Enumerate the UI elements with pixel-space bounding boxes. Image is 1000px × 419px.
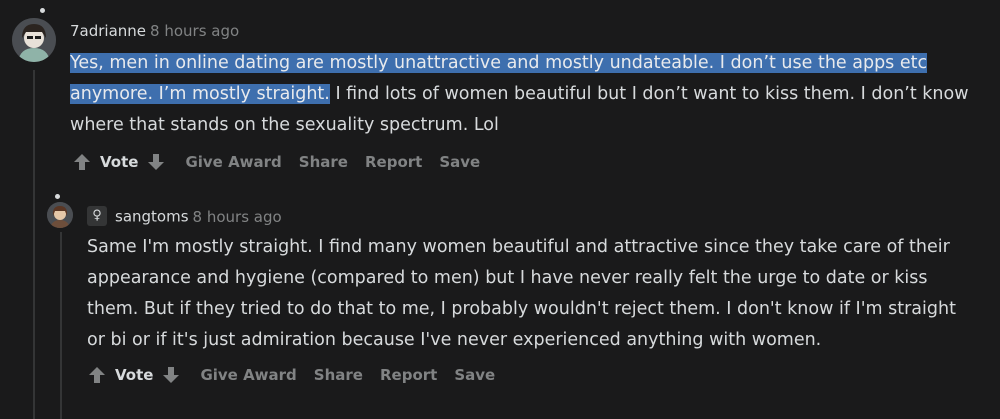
vote-label: Vote	[115, 366, 154, 384]
comment-meta: ♀ sangtoms 8 hours ago	[87, 206, 282, 227]
share-button[interactable]: Share	[314, 366, 363, 384]
save-button[interactable]: Save	[454, 366, 495, 384]
author-name[interactable]: sangtoms	[115, 208, 189, 226]
arrow-down-icon	[148, 154, 165, 170]
timestamp[interactable]: 8 hours ago	[150, 22, 239, 40]
arrow-up-icon	[89, 367, 105, 383]
timestamp[interactable]: 8 hours ago	[193, 208, 282, 226]
report-button[interactable]: Report	[365, 153, 422, 171]
vote-label: Vote	[100, 153, 139, 171]
upvote-button[interactable]	[70, 150, 94, 174]
author-name[interactable]: 7adrianne	[70, 22, 146, 40]
save-button[interactable]: Save	[439, 153, 480, 171]
thread-line[interactable]	[60, 232, 62, 419]
avatar-illustration	[47, 202, 73, 228]
comment-body: Yes, men in online dating are mostly una…	[70, 48, 970, 141]
avatar-illustration	[12, 18, 56, 62]
downvote-button[interactable]	[159, 363, 183, 387]
arrow-up-icon	[74, 154, 90, 170]
give-award-button[interactable]: Give Award	[200, 366, 296, 384]
online-indicator	[55, 194, 60, 199]
comment-body: Same I'm mostly straight. I find many wo…	[87, 232, 977, 356]
upvote-button[interactable]	[85, 363, 109, 387]
share-button[interactable]: Share	[299, 153, 348, 171]
online-indicator	[40, 8, 45, 13]
comment-meta: 7adrianne 8 hours ago	[70, 22, 239, 40]
report-button[interactable]: Report	[380, 366, 437, 384]
comment-text: Same I'm mostly straight. I find many wo…	[87, 237, 956, 350]
arrow-down-icon	[163, 367, 180, 383]
give-award-button[interactable]: Give Award	[185, 153, 281, 171]
comment-actions: Vote Give Award Share Report Save	[85, 363, 495, 387]
downvote-button[interactable]	[144, 150, 168, 174]
female-sign-icon: ♀	[87, 206, 107, 226]
avatar[interactable]	[47, 202, 73, 228]
comment-actions: Vote Give Award Share Report Save	[70, 150, 480, 174]
avatar[interactable]	[12, 18, 56, 62]
thread-line[interactable]	[33, 70, 35, 419]
